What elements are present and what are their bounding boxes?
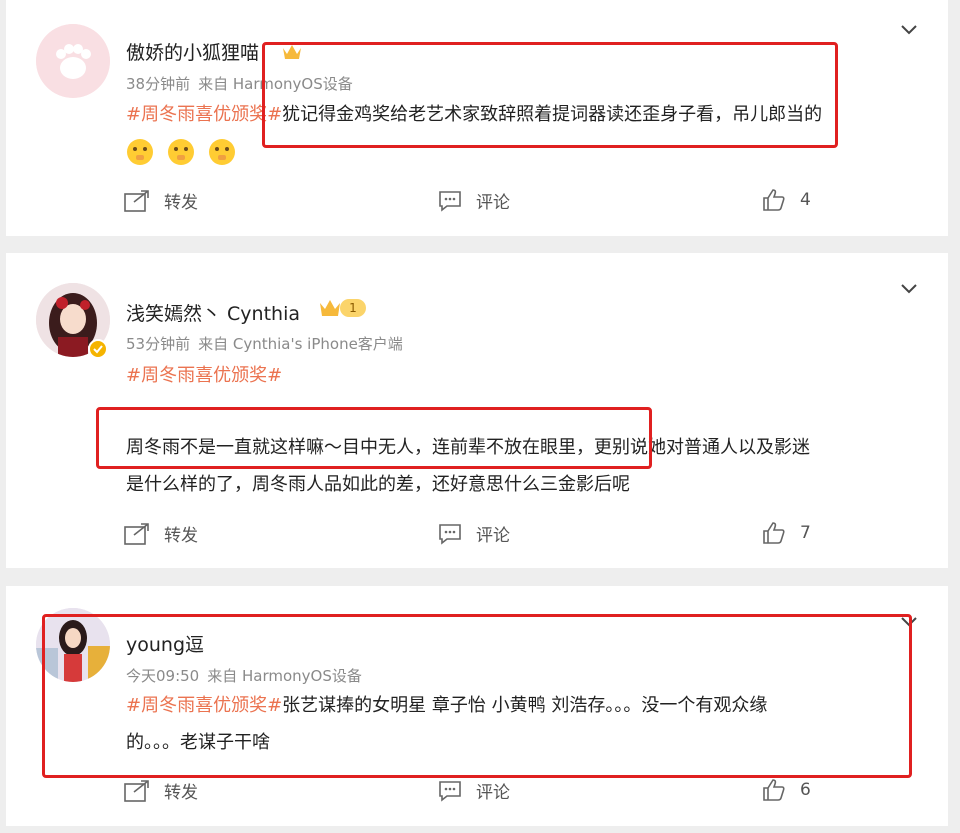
crown-badge-icon xyxy=(320,300,340,316)
comment-button[interactable]: 评论 xyxy=(438,188,510,213)
like-count: 7 xyxy=(800,523,811,543)
comment-card-2: 浅笑嫣然丶 Cynthia 1 53分钟前 来自 Cynthia's iPhone… xyxy=(6,253,948,568)
shush-emoji-icon xyxy=(209,139,236,165)
like-button[interactable]: 4 xyxy=(762,188,811,212)
comment-label: 评论 xyxy=(476,783,510,803)
paw-avatar-icon xyxy=(36,24,110,98)
member-level-badge: 1 xyxy=(318,297,366,319)
comment-text-line-2: 的。。。老谋子干啥 xyxy=(126,732,270,753)
emoji-row xyxy=(126,138,244,166)
comment-button[interactable]: 评论 xyxy=(438,521,510,546)
chevron-down-icon[interactable] xyxy=(898,277,920,299)
thumbs-up-icon xyxy=(763,522,785,544)
comment-body: 周冬雨不是一直就这样嘛～目中无人，连前辈不放在眼里，更别说她对普通人以及影迷 是… xyxy=(126,429,926,503)
comment-text: 犹记得金鸡奖给老艺术家致辞照着提词器读还歪身子看，吊儿郎当的 xyxy=(282,104,823,125)
comment-label: 评论 xyxy=(476,193,510,213)
chevron-down-icon[interactable] xyxy=(898,18,920,40)
username[interactable]: 浅笑嫣然丶 Cynthia xyxy=(126,299,300,326)
comment-meta: 今天09:50 来自 HarmonyOS设备 xyxy=(126,665,370,686)
source: 来自 HarmonyOS设备 xyxy=(207,667,362,685)
like-count: 6 xyxy=(800,780,811,800)
source: 来自 Cynthia's iPhone客户端 xyxy=(198,335,403,353)
shush-emoji-icon xyxy=(127,139,153,165)
comment-meta: 38分钟前 来自 HarmonyOS设备 xyxy=(126,73,361,94)
username[interactable]: young逗 xyxy=(126,630,204,657)
topic-tag[interactable]: #周冬雨喜优颁奖# xyxy=(126,104,282,125)
repost-label: 转发 xyxy=(164,526,198,546)
like-button[interactable]: 6 xyxy=(762,778,811,802)
like-count: 4 xyxy=(800,190,811,210)
avatar[interactable] xyxy=(36,24,110,98)
repost-icon xyxy=(124,779,149,802)
verified-badge-icon xyxy=(88,339,108,359)
comment-label: 评论 xyxy=(476,526,510,546)
comment-meta: 53分钟前 来自 Cynthia's iPhone客户端 xyxy=(126,333,411,354)
comment-icon xyxy=(439,780,461,802)
repost-label: 转发 xyxy=(164,783,198,803)
comment-icon xyxy=(439,190,461,212)
thumbs-up-icon xyxy=(763,189,785,211)
topic-tag-line: #周冬雨喜优颁奖# xyxy=(126,357,926,394)
chevron-down-icon[interactable] xyxy=(898,610,920,632)
action-bar: 转发 评论 7 xyxy=(6,521,948,561)
source: 来自 HarmonyOS设备 xyxy=(198,75,353,93)
repost-label: 转发 xyxy=(164,193,198,213)
crown-badge-icon xyxy=(283,45,301,59)
topic-tag[interactable]: #周冬雨喜优颁奖# xyxy=(126,365,282,386)
timestamp: 38分钟前 xyxy=(126,75,191,93)
thumbs-up-icon xyxy=(763,779,785,801)
comment-button[interactable]: 评论 xyxy=(438,778,510,803)
avatar[interactable] xyxy=(36,608,110,682)
comment-body: #周冬雨喜优颁奖#犹记得金鸡奖给老艺术家致辞照着提词器读还歪身子看，吊儿郎当的 xyxy=(126,96,926,133)
comment-card-3: young逗 今天09:50 来自 HarmonyOS设备 #周冬雨喜优颁奖#张艺… xyxy=(6,586,948,826)
level-number: 1 xyxy=(340,299,366,317)
shush-emoji-icon xyxy=(168,139,195,165)
repost-button[interactable]: 转发 xyxy=(124,188,198,213)
like-button[interactable]: 7 xyxy=(762,521,811,545)
repost-icon xyxy=(124,189,149,212)
comment-icon xyxy=(439,523,461,545)
repost-button[interactable]: 转发 xyxy=(124,521,198,546)
comment-body: #周冬雨喜优颁奖#张艺谋捧的女明星 章子怡 小黄鸭 刘浩存。。。没一个有观众缘 … xyxy=(126,687,926,761)
comment-text-line-2: 是什么样的了，周冬雨人品如此的差，还好意思什么三金影后呢 xyxy=(126,474,630,495)
comment-text-line-1: 张艺谋捧的女明星 章子怡 小黄鸭 刘浩存。。。没一个有观众缘 xyxy=(282,695,768,716)
topic-tag[interactable]: #周冬雨喜优颁奖# xyxy=(126,695,282,716)
repost-button[interactable]: 转发 xyxy=(124,778,198,803)
action-bar: 转发 评论 4 xyxy=(6,188,948,228)
username[interactable]: 傲娇的小狐狸喵 xyxy=(126,38,259,65)
timestamp: 今天09:50 xyxy=(126,667,200,685)
repost-icon xyxy=(124,522,149,545)
timestamp: 53分钟前 xyxy=(126,335,191,353)
anime-character-avatar-icon xyxy=(36,608,110,682)
comment-text-line-1: 周冬雨不是一直就这样嘛～目中无人，连前辈不放在眼里，更别说她对普通人以及影迷 xyxy=(126,437,810,458)
comment-card-1: 傲娇的小狐狸喵 38分钟前 来自 HarmonyOS设备 #周冬雨喜优颁奖#犹记得… xyxy=(6,0,948,236)
action-bar: 转发 评论 6 xyxy=(6,778,948,818)
